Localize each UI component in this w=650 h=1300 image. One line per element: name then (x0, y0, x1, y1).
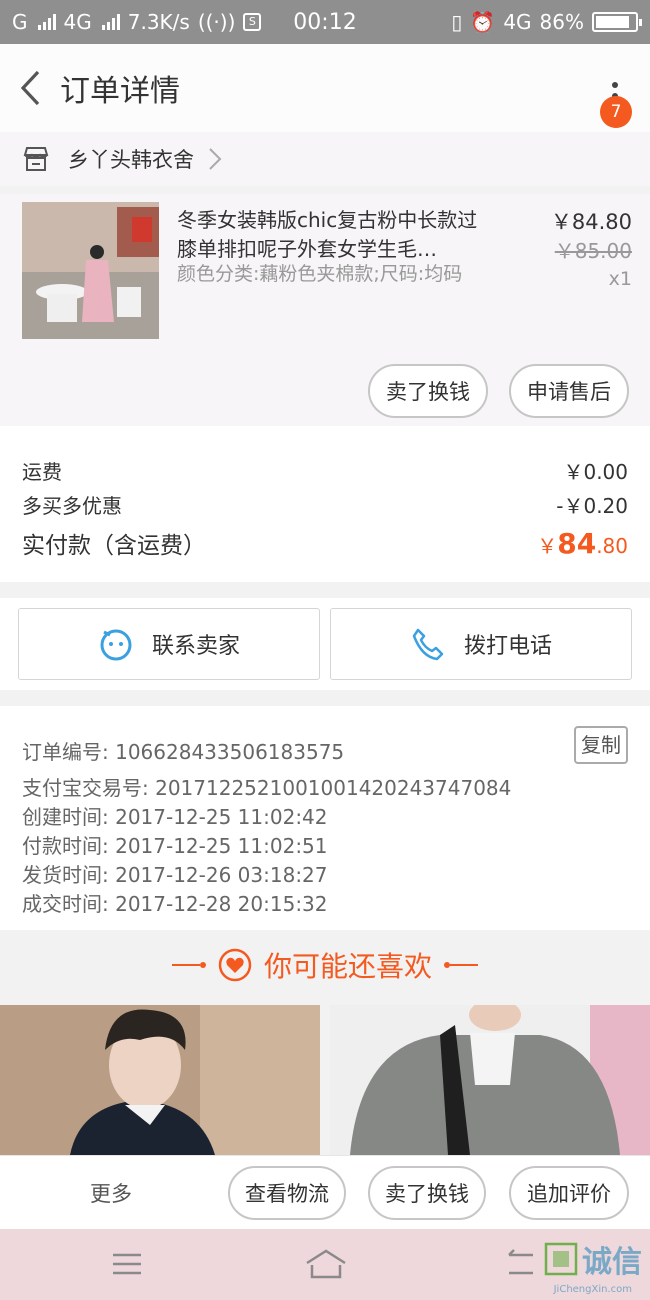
shipping-row: 运费 ￥0.00 (22, 456, 628, 485)
contact-seller-button[interactable]: 联系卖家 (18, 608, 320, 680)
contact-seller-label: 联系卖家 (151, 634, 240, 659)
order-number: 订单编号: 106628433506183575 (22, 740, 345, 764)
paid-time: 付款时间: 2017-12-25 11:02:51 (22, 834, 328, 858)
bottom-action-bar: 更多 查看物流 卖了换钱 追加评价 (0, 1155, 650, 1229)
page-title: 订单详情 (60, 74, 180, 109)
network-right-label: 4G (503, 10, 532, 34)
back-icon[interactable] (0, 44, 60, 132)
watermark-subtext: JiChengXin.com (553, 1284, 632, 1295)
shop-row[interactable]: 乡丫头韩衣舍 (0, 132, 650, 186)
fee-summary: 运费 ￥0.00 多买多优惠 -￥0.20 实付款（含运费） ￥84.80 (0, 426, 650, 582)
status-right: ▯ ⏰ 4G 86% (451, 10, 642, 34)
shipped-time: 发货时间: 2017-12-26 03:18:27 (22, 863, 328, 887)
speed-label: 7.3K/s (127, 10, 190, 34)
total-amount: ￥84.80 (537, 527, 628, 560)
view-logistics-button[interactable]: 查看物流 (228, 1166, 346, 1220)
call-phone-label: 拨打电话 (463, 634, 552, 659)
recommend-title: 你可能还喜欢 (263, 950, 432, 983)
recent-apps-icon[interactable] (506, 1247, 536, 1281)
alarm-icon: ⏰ (470, 10, 496, 34)
discount-row: 多买多优惠 -￥0.20 (22, 490, 628, 519)
recommend-item-1[interactable] (0, 1005, 320, 1155)
chat-icon (100, 629, 132, 661)
system-nav-bar: 诚信 JiChengXin.com (0, 1229, 650, 1300)
shipping-label: 运费 (22, 460, 62, 484)
total-currency: ￥ (537, 534, 558, 558)
battery-label: 86% (539, 10, 584, 34)
total-integer: 84 (557, 527, 597, 560)
product-image[interactable] (22, 202, 159, 339)
total-row: 实付款（含运费） ￥84.80 (22, 526, 628, 560)
discount-label: 多买多优惠 (22, 494, 122, 518)
home-icon[interactable] (304, 1247, 348, 1281)
product-quantity: x1 (608, 268, 632, 290)
alipay-number: 支付宝交易号: 2017122521001001420243747084 (22, 776, 512, 800)
after-sale-button[interactable]: 申请售后 (509, 364, 629, 418)
product-sku: 颜色分类:藕粉色夹棉款;尺码:均码 (177, 263, 463, 285)
signal-icon-2 (101, 14, 120, 30)
menu-icon[interactable] (110, 1247, 144, 1281)
product-title[interactable]: 冬季女装韩版chic复古粉中长款过膝单排扣呢子外套女学生毛… (177, 206, 497, 264)
order-info: 订单编号: 106628433506183575 复制 支付宝交易号: 2017… (0, 706, 650, 930)
created-time: 创建时间: 2017-12-25 11:02:42 (22, 805, 328, 829)
sell-bottom-button[interactable]: 卖了换钱 (368, 1166, 486, 1220)
product-item[interactable]: 冬季女装韩版chic复古粉中长款过膝单排扣呢子外套女学生毛… 颜色分类:藕粉色夹… (0, 194, 650, 426)
recommend-header: 你可能还喜欢 (0, 930, 650, 1000)
copy-button[interactable]: 复制 (574, 726, 628, 764)
heart-icon (218, 948, 252, 982)
total-decimal: .80 (596, 534, 628, 558)
completed-time: 成交时间: 2017-12-28 20:15:32 (22, 892, 328, 916)
network-label: 4G (63, 10, 92, 34)
more-link[interactable]: 更多 (90, 1178, 132, 1208)
carrier-label: G (12, 10, 28, 34)
watermark-logo-icon (544, 1242, 578, 1276)
signal-icon (37, 14, 56, 30)
shop-name: 乡丫头韩衣舍 (68, 148, 194, 172)
add-review-button[interactable]: 追加评价 (509, 1166, 629, 1220)
recommend-item-2[interactable] (330, 1005, 650, 1155)
contact-section: 联系卖家 拨打电话 (0, 598, 650, 690)
battery-icon (592, 12, 642, 32)
hotspot-icon: ((·)) (197, 10, 236, 34)
call-phone-button[interactable]: 拨打电话 (330, 608, 632, 680)
total-label: 实付款（含运费） (22, 533, 206, 559)
nav-bar: 订单详情 7 (0, 44, 650, 132)
shipping-value: ￥0.00 (563, 460, 628, 484)
divider-right (444, 962, 478, 968)
sim-icon: S (243, 13, 262, 31)
notification-badge: 7 (600, 96, 632, 128)
discount-value: -￥0.20 (556, 494, 628, 518)
vibrate-icon: ▯ (451, 10, 463, 34)
status-left: G 4G 7.3K/s ((·)) S (12, 10, 262, 34)
product-original-price: ￥85.00 (554, 239, 632, 263)
divider-left (171, 962, 206, 968)
sell-button[interactable]: 卖了换钱 (368, 364, 488, 418)
store-icon (23, 147, 49, 171)
status-bar: G 4G 7.3K/s ((·)) S 00:12 ▯ ⏰ 4G 86% (0, 0, 650, 44)
chevron-right-icon (209, 148, 222, 170)
watermark-text: 诚信 (582, 1245, 642, 1280)
product-price: ￥84.80 (550, 210, 632, 234)
watermark: 诚信 JiChengXin.com (544, 1237, 642, 1295)
phone-icon (412, 628, 444, 661)
